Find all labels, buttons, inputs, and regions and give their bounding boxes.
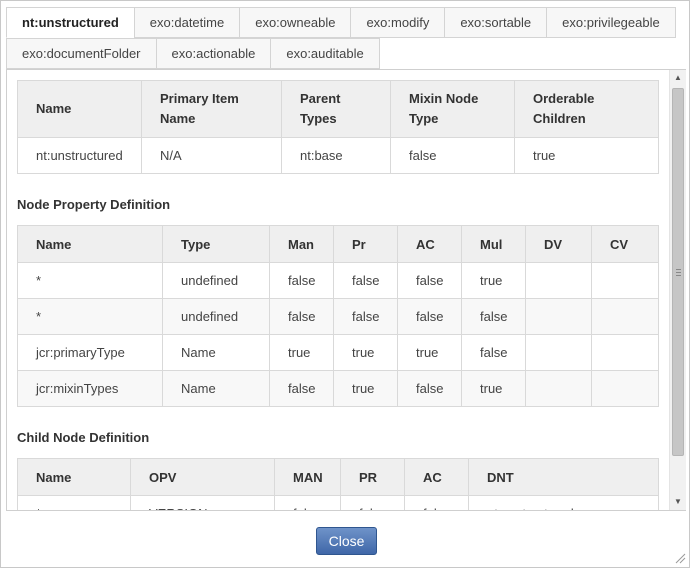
column-header-name: Name (17, 80, 142, 138)
tab-row-1: nt:unstructured exo:datetime exo:owneabl… (6, 7, 676, 38)
cell: false (269, 262, 334, 299)
table-header-row: Name OPV MAN PR AC DNT (17, 458, 659, 496)
column-header-ac: AC (404, 458, 469, 496)
cell: VERSION (130, 495, 275, 510)
table-row: nt:unstructured N/A nt:base false true (17, 137, 659, 174)
table-header-row: Name Primary Item Name Parent Types Mixi… (17, 80, 659, 138)
column-header-man: MAN (274, 458, 341, 496)
column-header-primary-item-name: Primary Item Name (141, 80, 282, 138)
resize-grip-icon[interactable] (675, 553, 686, 564)
cell (591, 334, 659, 371)
cell (525, 262, 592, 299)
table-row: * VERSION false false false nt:unstructu… (17, 495, 659, 510)
column-header-mixin-node-type: Mixin Node Type (390, 80, 515, 138)
close-button[interactable]: Close (316, 527, 377, 555)
table-row: * undefined false false false true (17, 262, 659, 299)
cell: false (333, 262, 398, 299)
cell: true (269, 334, 334, 371)
vertical-scrollbar[interactable]: ▲ ▼ (669, 70, 686, 510)
cell: false (461, 334, 526, 371)
cell: * (17, 298, 163, 335)
node-type-dialog: nt:unstructured exo:datetime exo:owneabl… (0, 0, 690, 568)
scroll-area: Name Primary Item Name Parent Types Mixi… (17, 80, 659, 510)
tab-exo-sortable[interactable]: exo:sortable (444, 7, 547, 38)
table-row: jcr:mixinTypes Name false true false tru… (17, 370, 659, 407)
column-header-parent-types: Parent Types (281, 80, 391, 138)
tab-row-2: exo:documentFolder exo:actionable exo:au… (6, 38, 671, 69)
column-header-dv: DV (525, 225, 592, 263)
cell: true (461, 262, 526, 299)
cell-name: nt:unstructured (17, 137, 142, 174)
cell: * (17, 262, 163, 299)
cell: true (333, 370, 398, 407)
scroll-up-arrow-icon[interactable]: ▲ (670, 70, 686, 86)
tab-exo-actionable[interactable]: exo:actionable (155, 38, 271, 69)
cell: false (461, 298, 526, 335)
cell-mixin-node-type: false (390, 137, 515, 174)
cell (525, 370, 592, 407)
cell (525, 298, 592, 335)
cell: false (404, 495, 469, 510)
column-header-type: Type (162, 225, 270, 263)
grip-icon (676, 269, 681, 276)
table-header-row: Name Type Man Pr AC Mul DV CV (17, 225, 659, 263)
column-header-orderable-children: Orderable Children (514, 80, 659, 138)
cell (591, 262, 659, 299)
scrollbar-thumb[interactable] (672, 88, 684, 456)
tab-exo-documentfolder[interactable]: exo:documentFolder (6, 38, 156, 69)
column-header-name: Name (17, 225, 163, 263)
column-header-cv: CV (591, 225, 659, 263)
cell (591, 298, 659, 335)
cell (525, 334, 592, 371)
column-header-pr: PR (340, 458, 405, 496)
cell: false (269, 298, 334, 335)
cell-orderable-children: true (514, 137, 659, 174)
cell-primary-item-name: N/A (141, 137, 282, 174)
column-header-pr: Pr (333, 225, 398, 263)
cell: undefined (162, 298, 270, 335)
cell: false (340, 495, 405, 510)
cell: nt:unstructured (468, 495, 659, 510)
tab-bar: nt:unstructured exo:datetime exo:owneabl… (6, 7, 676, 69)
cell: undefined (162, 262, 270, 299)
column-header-mul: Mul (461, 225, 526, 263)
cell: Name (162, 334, 270, 371)
cell: true (461, 370, 526, 407)
cell: * (17, 495, 131, 510)
cell: jcr:mixinTypes (17, 370, 163, 407)
cell: true (397, 334, 462, 371)
cell: false (269, 370, 334, 407)
cell: false (397, 298, 462, 335)
column-header-man: Man (269, 225, 334, 263)
property-section-title: Node Property Definition (17, 197, 171, 212)
table-row: * undefined false false false false (17, 298, 659, 335)
table-row: jcr:primaryType Name true true true fals… (17, 334, 659, 371)
cell: Name (162, 370, 270, 407)
tab-exo-owneable[interactable]: exo:owneable (239, 7, 351, 38)
tab-exo-datetime[interactable]: exo:datetime (133, 7, 240, 38)
cell: false (397, 370, 462, 407)
child-section-title: Child Node Definition (17, 430, 150, 445)
scroll-down-arrow-icon[interactable]: ▼ (670, 494, 686, 510)
tab-nt-unstructured[interactable]: nt:unstructured (6, 7, 134, 38)
child-node-table: Name OPV MAN PR AC DNT * VERSION false f… (17, 458, 659, 510)
cell: false (397, 262, 462, 299)
tab-exo-auditable[interactable]: exo:auditable (270, 38, 380, 69)
property-definition-table: Name Type Man Pr AC Mul DV CV * undefine… (17, 225, 659, 407)
column-header-name: Name (17, 458, 131, 496)
node-type-table: Name Primary Item Name Parent Types Mixi… (17, 80, 659, 174)
column-header-dnt: DNT (468, 458, 659, 496)
cell (591, 370, 659, 407)
column-header-ac: AC (397, 225, 462, 263)
tab-exo-modify[interactable]: exo:modify (350, 7, 445, 38)
column-header-opv: OPV (130, 458, 275, 496)
cell-parent-types: nt:base (281, 137, 391, 174)
tab-exo-privilegeable[interactable]: exo:privilegeable (546, 7, 676, 38)
cell: jcr:primaryType (17, 334, 163, 371)
tab-content-panel[interactable]: Name Primary Item Name Parent Types Mixi… (6, 69, 686, 511)
cell: true (333, 334, 398, 371)
cell: false (333, 298, 398, 335)
cell: false (274, 495, 341, 510)
